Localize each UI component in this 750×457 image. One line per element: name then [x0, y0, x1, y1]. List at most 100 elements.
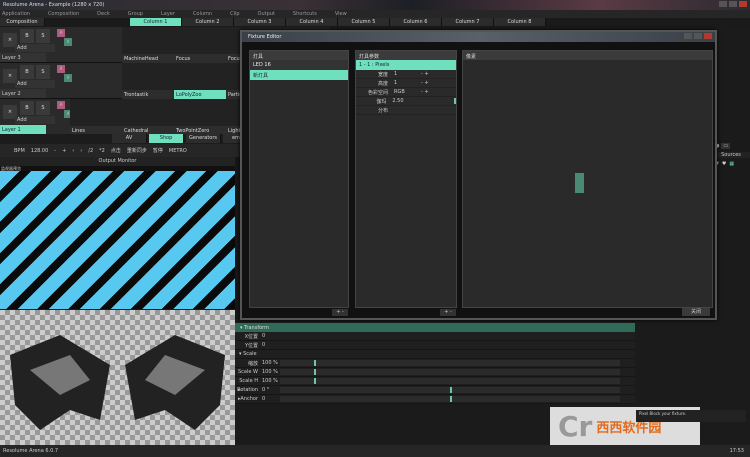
- heart-icon[interactable]: ♥: [722, 161, 726, 167]
- bypass-button[interactable]: B: [20, 65, 34, 79]
- gamma-slider[interactable]: [418, 98, 457, 104]
- column-tab[interactable]: Column 7: [442, 18, 494, 26]
- clip[interactable]: MachineHead: [122, 27, 174, 63]
- transform-label: Scale H: [239, 378, 258, 384]
- minimize-button[interactable]: [719, 1, 727, 7]
- close-button[interactable]: [739, 1, 747, 7]
- pixel-group-item[interactable]: 1 - 1 : Pixels: [356, 60, 456, 70]
- bin-tab[interactable]: AV: [112, 134, 147, 143]
- param-value[interactable]: RGB: [391, 89, 421, 95]
- transform-header[interactable]: ▾ Transform: [235, 323, 635, 332]
- close-editor-button[interactable]: 关闭: [682, 308, 710, 316]
- bin-tab[interactable]: Shop: [149, 134, 184, 143]
- column-tab[interactable]: Column 2: [182, 18, 234, 26]
- layer-name[interactable]: Layer 3: [0, 53, 46, 62]
- scale-group[interactable]: ▾ Scale: [235, 350, 635, 359]
- stepper[interactable]: - +: [421, 80, 429, 86]
- transform-slider[interactable]: [280, 396, 620, 402]
- clip[interactable]: Trontastik: [122, 63, 174, 99]
- transform-slider[interactable]: [280, 369, 620, 375]
- param-value[interactable]: 1: [391, 71, 421, 77]
- composition-label[interactable]: Composition: [0, 18, 45, 26]
- transform-value[interactable]: 0 °: [260, 387, 280, 393]
- clip[interactable]: Focus: [174, 27, 226, 63]
- metronome-button[interactable]: METRO: [169, 148, 187, 154]
- toggle-button[interactable]: ▭: [721, 143, 731, 149]
- a-button[interactable]: A: [57, 29, 65, 37]
- transform-value[interactable]: 0: [260, 333, 280, 339]
- a-button[interactable]: A: [57, 65, 65, 73]
- clip[interactable]: Lines: [70, 99, 122, 135]
- menu-item[interactable]: Shortcuts: [293, 11, 317, 17]
- resync-button[interactable]: 重新同步: [127, 147, 147, 154]
- clip[interactable]: LoPolyZoo: [174, 63, 226, 99]
- pixel-block[interactable]: [575, 173, 584, 193]
- solo-button[interactable]: S: [36, 101, 50, 115]
- fe-minimize-button[interactable]: [684, 33, 692, 39]
- solo-button[interactable]: S: [36, 65, 50, 79]
- column-tab[interactable]: Column 8: [494, 18, 546, 26]
- fixture-item[interactable]: LED 16: [250, 60, 348, 70]
- tap-button[interactable]: 点击: [111, 147, 121, 154]
- fixture-item[interactable]: 新灯具: [250, 70, 348, 80]
- transform-value[interactable]: 100 %: [260, 369, 280, 375]
- bpm-minus-button[interactable]: -: [54, 148, 56, 154]
- column-tab[interactable]: Column 1: [130, 18, 182, 26]
- clip[interactable]: TwoPointZero: [174, 99, 226, 135]
- bpm-field[interactable]: 128.00: [31, 148, 49, 154]
- fe-maximize-button[interactable]: [694, 33, 702, 39]
- fixture-add-remove-button[interactable]: + -: [332, 309, 348, 316]
- menu-item[interactable]: Column: [193, 11, 212, 17]
- output-preview: [0, 171, 235, 309]
- menu-item[interactable]: Layer: [161, 11, 175, 17]
- nudge-right-button[interactable]: ›: [80, 148, 82, 154]
- bin-tab[interactable]: Generators: [186, 134, 221, 143]
- add-effect-dropdown[interactable]: Add: [15, 116, 55, 124]
- param-add-remove-button[interactable]: + -: [440, 309, 456, 316]
- column-tab[interactable]: Column 5: [338, 18, 390, 26]
- grid-icon[interactable]: ▦: [729, 161, 734, 167]
- column-tab[interactable]: Column 3: [234, 18, 286, 26]
- pause-button[interactable]: 暂停: [153, 147, 163, 154]
- stepper[interactable]: - +: [421, 71, 429, 77]
- layer-name[interactable]: Layer 2: [0, 89, 46, 98]
- fe-close-button[interactable]: [704, 33, 712, 39]
- solo-button[interactable]: S: [36, 29, 50, 43]
- v-button[interactable]: V: [64, 38, 72, 46]
- a-button[interactable]: A: [57, 101, 65, 109]
- add-effect-dropdown[interactable]: Add: [15, 80, 55, 88]
- menu-item[interactable]: Clip: [230, 11, 239, 17]
- maximize-button[interactable]: [729, 1, 737, 7]
- menu-item[interactable]: Output: [258, 11, 275, 17]
- layer-name[interactable]: Layer 1: [0, 125, 46, 134]
- bypass-button[interactable]: B: [20, 29, 34, 43]
- bpm-plus-button[interactable]: +: [62, 148, 66, 154]
- clip[interactable]: Cathedral: [122, 99, 174, 135]
- param-value[interactable]: 1: [391, 80, 421, 86]
- column-tab[interactable]: Column 6: [390, 18, 442, 26]
- transform-value[interactable]: 100 %: [260, 378, 280, 384]
- nudge-left-button[interactable]: ‹: [72, 148, 74, 154]
- bypass-button[interactable]: B: [20, 101, 34, 115]
- menu-item[interactable]: Deck: [97, 11, 110, 17]
- add-effect-dropdown[interactable]: Add: [15, 44, 55, 52]
- param-value[interactable]: 2.50: [389, 98, 418, 104]
- transform-value[interactable]: 100 %: [260, 360, 280, 366]
- menu-item[interactable]: Group: [128, 11, 143, 17]
- double-button[interactable]: *2: [99, 148, 105, 154]
- menu-item[interactable]: View: [335, 11, 347, 17]
- transform-slider[interactable]: [280, 387, 620, 393]
- half-button[interactable]: /2: [88, 148, 93, 154]
- menu-item[interactable]: Composition: [48, 11, 79, 17]
- transform-row: Scale H 100 %: [235, 377, 635, 386]
- stepper[interactable]: - +: [421, 89, 429, 95]
- menu-item[interactable]: Application: [2, 11, 30, 17]
- transform-value[interactable]: 0: [260, 342, 280, 348]
- transform-value[interactable]: 0: [260, 396, 280, 402]
- column-tab[interactable]: Column 4: [286, 18, 338, 26]
- transform-slider[interactable]: [280, 360, 620, 366]
- transform-slider[interactable]: [280, 378, 620, 384]
- title-bar: Resolume Arena - Example (1280 x 720): [0, 0, 750, 10]
- clip-name: Trontastik: [122, 90, 174, 99]
- v-button[interactable]: V: [64, 74, 72, 82]
